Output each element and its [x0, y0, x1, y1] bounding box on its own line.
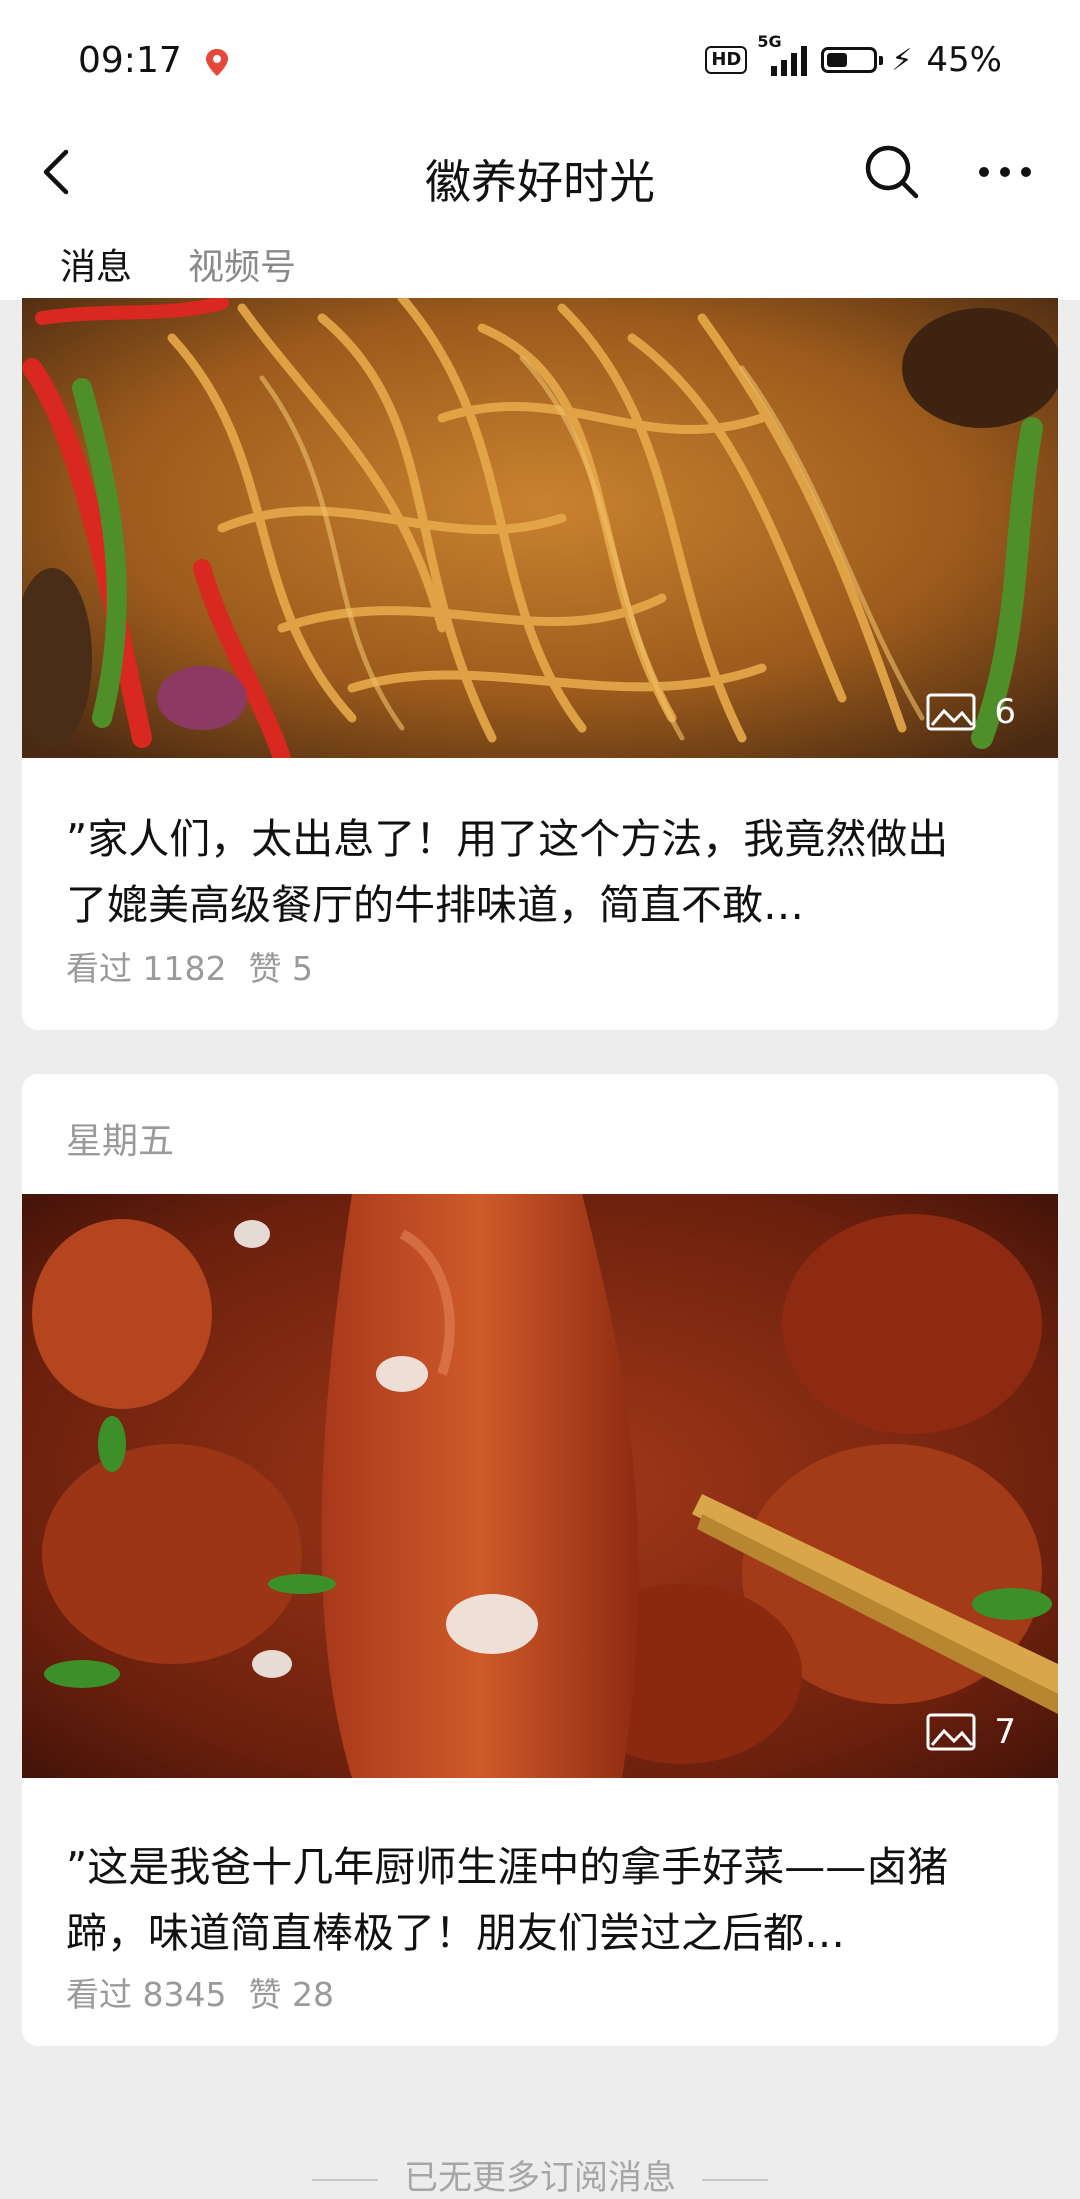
article-image-noodles[interactable]: 6	[22, 298, 1058, 758]
more-icon[interactable]	[970, 140, 1040, 204]
hd-badge: HD	[705, 46, 748, 74]
view-count: 看过 8345	[66, 1975, 227, 2014]
network-type: 5G	[757, 32, 782, 51]
footer-text: 已无更多订阅消息	[404, 2158, 676, 2198]
image-count: 7	[926, 1712, 1016, 1752]
article-card[interactable]: 6 ”家人们，太出息了！用了这个方法，我竟然做出了媲美高级餐厅的牛排味道，简直不…	[22, 298, 1058, 1030]
like-count: 赞 28	[248, 1975, 334, 2014]
search-icon[interactable]	[860, 140, 924, 204]
image-count: 6	[926, 692, 1016, 732]
tab-channels[interactable]: 视频号	[188, 238, 296, 290]
article-stats: 看过 8345 赞 28	[66, 1968, 356, 2016]
charging-bolt-icon: ⚡	[891, 42, 913, 78]
date-label: 星期五	[66, 1121, 175, 1162]
article-card[interactable]: 星期五 7 ”这是我爸十几年厨师生涯中的拿手好菜——卤猪蹄，味道简直棒极了！朋友…	[22, 1074, 1058, 2046]
tab-messages[interactable]: 消息	[55, 238, 137, 308]
battery-icon	[821, 47, 884, 73]
image-count-value: 6	[994, 692, 1016, 732]
article-summary[interactable]: ”这是我爸十几年厨师生涯中的拿手好菜——卤猪蹄，味道简直棒极了！朋友们尝过之后都…	[66, 1834, 988, 1966]
pork-trotter-image	[22, 1194, 1058, 1778]
nav-bar: 徽养好时光	[0, 120, 1080, 230]
divider-line	[312, 2178, 378, 2181]
status-bar: 09:17 HD 5G ⚡ 45%	[0, 0, 1080, 120]
header: 09:17 HD 5G ⚡ 45% 徽养好时光 消息 视频号	[0, 0, 1080, 308]
location-pin-icon	[206, 49, 228, 76]
gallery-icon	[926, 693, 976, 731]
end-of-list-footer: 已无更多订阅消息	[0, 2150, 1080, 2199]
tab-bar: 消息 视频号	[0, 232, 1080, 308]
gallery-icon	[926, 1713, 976, 1751]
article-stats: 看过 1182 赞 5	[66, 942, 335, 990]
status-time: 09:17	[78, 40, 182, 81]
image-count-value: 7	[994, 1712, 1016, 1752]
noodles-image	[22, 298, 1058, 758]
signal-icon: 5G	[757, 32, 808, 76]
battery-percent: 45%	[926, 40, 1002, 80]
article-summary[interactable]: ”家人们，太出息了！用了这个方法，我竟然做出了媲美高级餐厅的牛排味道，简直不敢…	[66, 806, 988, 938]
view-count: 看过 1182	[66, 949, 227, 988]
status-indicators: HD 5G ⚡ 45%	[705, 32, 1002, 80]
divider-line	[702, 2178, 768, 2181]
like-count: 赞 5	[248, 949, 313, 988]
article-image-pork-trotter[interactable]: 7	[22, 1194, 1058, 1778]
